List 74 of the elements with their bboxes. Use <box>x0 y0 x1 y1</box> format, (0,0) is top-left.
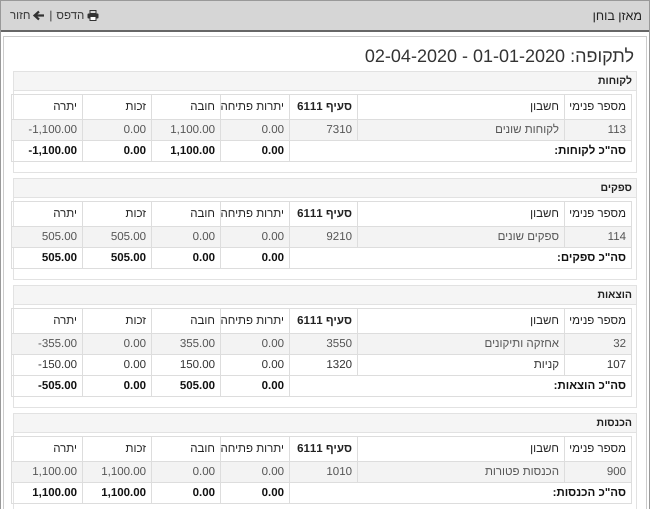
column-header: חשבון <box>358 308 564 334</box>
table-cell: 0.00 <box>82 354 152 376</box>
total-cell: -505.00 <box>12 376 82 396</box>
period-title: לתקופה: 01-01-2020 - 02-04-2020 <box>364 46 634 67</box>
table-cell: 0.00 <box>82 334 152 354</box>
section-title: הכנסות <box>596 417 632 429</box>
table-cell: 150.00 <box>152 354 220 376</box>
table-cell: 0.00 <box>220 226 290 248</box>
total-cell: 0.00 <box>152 248 220 268</box>
table-cell: 900 <box>564 462 632 482</box>
total-cell: 0.00 <box>220 482 290 504</box>
total-label: סה"כ לקוחות: <box>290 140 632 162</box>
total-cell: 0.00 <box>220 376 290 396</box>
table-cell: 355.00 <box>152 334 220 354</box>
total-cell: 1,100.00 <box>152 140 220 162</box>
arrow-left-icon <box>33 10 46 21</box>
column-header: מספר פנימי <box>564 308 632 334</box>
table-cell: 0.00 <box>220 120 290 140</box>
column-header: חשבון <box>358 202 564 226</box>
table-cell: -1,100.00 <box>12 120 82 140</box>
window-title: מאזן בוחן <box>592 8 642 22</box>
printer-icon <box>87 10 100 21</box>
table-cell: 114 <box>564 226 632 248</box>
total-cell: 0.00 <box>82 140 152 162</box>
table-cell: 113 <box>564 120 632 140</box>
table-cell: 505.00 <box>82 226 152 248</box>
table-cell: 1010 <box>290 462 358 482</box>
total-label: סה"כ הוצאות: <box>290 376 632 396</box>
print-link[interactable]: הדפס <box>56 10 100 22</box>
table-cell: ספקים שונים <box>358 226 564 248</box>
total-cell: 1,100.00 <box>82 482 152 504</box>
table-cell: 32 <box>564 334 632 354</box>
table-cell: 1,100.00 <box>82 462 152 482</box>
separator: | <box>49 10 52 22</box>
table-cell: 0.00 <box>220 334 290 354</box>
column-header: מספר פנימי <box>564 436 632 462</box>
table-cell: 0.00 <box>220 462 290 482</box>
total-cell: 0.00 <box>220 248 290 268</box>
table-cell: הכנסות פטורות <box>358 462 564 482</box>
table-cell: 1320 <box>290 354 358 376</box>
table-cell: 0.00 <box>152 226 220 248</box>
table-cell: 9210 <box>290 226 358 248</box>
table-cell: -355.00 <box>12 334 82 354</box>
table-cell: 505.00 <box>12 226 82 248</box>
total-cell: 505.00 <box>152 376 220 396</box>
table-cell: אחזקה ותיקונים <box>358 334 564 354</box>
section-title: הוצאות <box>597 289 632 301</box>
total-cell: 0.00 <box>152 482 220 504</box>
table-cell: לקוחות שונים <box>358 120 564 140</box>
total-cell: 0.00 <box>220 140 290 162</box>
table-cell: קניות <box>358 354 564 376</box>
total-label: סה"כ הכנסות: <box>290 482 632 504</box>
back-link[interactable]: חזור <box>10 10 46 22</box>
table-cell: 0.00 <box>82 120 152 140</box>
column-header: חשבון <box>358 94 564 120</box>
table-cell: 7310 <box>290 120 358 140</box>
total-cell: 505.00 <box>12 248 82 268</box>
table-cell: 1,100.00 <box>12 462 82 482</box>
total-cell: 505.00 <box>82 248 152 268</box>
table-cell: 1,100.00 <box>152 120 220 140</box>
column-header: מספר פנימי <box>564 94 632 120</box>
table-cell: -150.00 <box>12 354 82 376</box>
total-cell: 0.00 <box>82 376 152 396</box>
column-header: מספר פנימי <box>564 202 632 226</box>
total-cell: -1,100.00 <box>12 140 82 162</box>
column-header: חשבון <box>358 436 564 462</box>
total-cell: 1,100.00 <box>12 482 82 504</box>
table-cell: 0.00 <box>220 354 290 376</box>
section-title: לקוחות <box>598 75 632 87</box>
table-cell: 0.00 <box>152 462 220 482</box>
table-cell: 107 <box>564 354 632 376</box>
section-title: ספקים <box>600 182 632 194</box>
total-label: סה"כ ספקים: <box>290 248 632 268</box>
table-cell: 3550 <box>290 334 358 354</box>
